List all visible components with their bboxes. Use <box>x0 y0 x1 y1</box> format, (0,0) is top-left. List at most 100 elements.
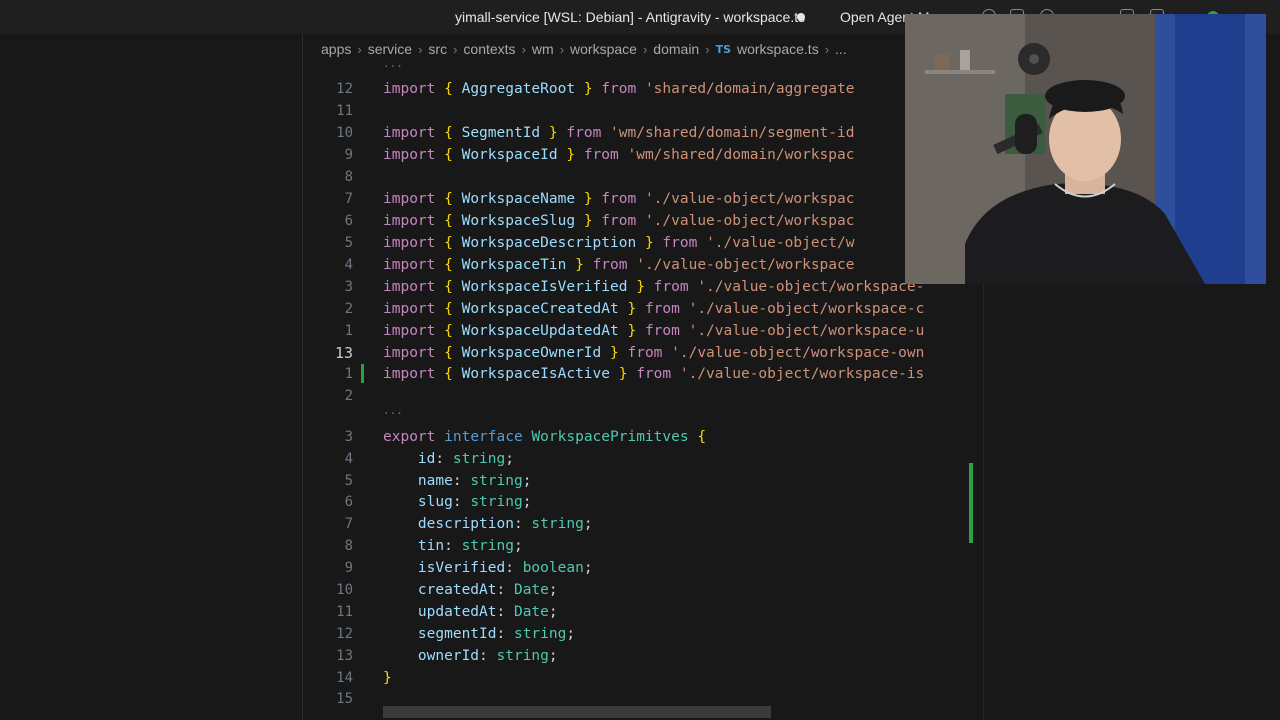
breadcrumb-more[interactable]: ... <box>835 41 847 57</box>
breadcrumb-item[interactable]: contexts <box>463 41 515 57</box>
code-line[interactable]: 4 import { WorkspaceTin } from './value-… <box>303 255 983 276</box>
code-line[interactable]: 10 createdAt: Date; <box>303 580 983 601</box>
field-type: Date <box>513 582 549 598</box>
keyword: import <box>383 257 436 273</box>
breadcrumb-file[interactable]: workspace.ts <box>737 41 819 57</box>
keyword: import <box>383 191 436 207</box>
line-number: 12 <box>336 626 353 642</box>
keyword: import <box>383 366 436 382</box>
code-line[interactable]: 4 id: string; <box>303 449 983 470</box>
import-path: 'wm/shared/domain/workspac <box>627 147 855 163</box>
keyword: from <box>601 81 637 97</box>
typescript-file-icon: TS <box>715 42 731 56</box>
import-path: './value-object/workspace-own <box>671 345 925 361</box>
keyword: import <box>383 235 436 251</box>
code-line[interactable]: 11 <box>303 101 983 122</box>
keyword: export <box>383 429 436 445</box>
code-line[interactable]: 11 updatedAt: Date; <box>303 602 983 623</box>
keyword: from <box>662 235 698 251</box>
keyword: import <box>383 279 436 295</box>
line-number: 10 <box>336 582 353 598</box>
code-line[interactable]: 2 import { WorkspaceCreatedAt } from './… <box>303 299 983 320</box>
code-line[interactable]: 9 isVerified: boolean; <box>303 558 983 579</box>
line-number: 7 <box>344 191 353 207</box>
keyword: from <box>653 279 689 295</box>
code-line[interactable]: 8 <box>303 167 983 188</box>
folded-region-marker[interactable]: ··· <box>383 60 403 73</box>
line-number: 3 <box>344 429 353 445</box>
keyword: import <box>383 147 436 163</box>
import-path: './value-object/workspac <box>644 213 855 229</box>
horizontal-scrollbar[interactable] <box>383 706 771 718</box>
field-type: string <box>470 494 523 510</box>
code-line[interactable]: 6 import { WorkspaceSlug } from './value… <box>303 211 983 232</box>
import-name: WorkspaceUpdatedAt <box>461 323 619 339</box>
code-line[interactable]: 13 ownerId: string; <box>303 646 983 667</box>
field-type: string <box>531 516 584 532</box>
code-line[interactable]: 14 } <box>303 668 983 689</box>
code-line[interactable]: 5 import { WorkspaceDescription } from '… <box>303 233 983 254</box>
code-line[interactable]: 2 <box>303 386 983 407</box>
breadcrumb-item[interactable]: src <box>428 41 447 57</box>
keyword: from <box>644 323 680 339</box>
code-line[interactable]: 7 import { WorkspaceName } from './value… <box>303 189 983 210</box>
keyword: import <box>383 345 436 361</box>
gutter-added-marker <box>361 364 364 383</box>
breadcrumb-item[interactable]: apps <box>321 41 351 57</box>
code-line[interactable]: 3 export interface WorkspacePrimitves { <box>303 427 983 448</box>
webcam-overlay <box>905 14 1266 284</box>
keyword: from <box>592 257 628 273</box>
import-path: './value-object/w <box>706 235 855 251</box>
import-name: WorkspaceName <box>461 191 576 207</box>
breadcrumb-item[interactable]: domain <box>653 41 699 57</box>
line-number: 4 <box>344 257 353 273</box>
line-number-current: 13 <box>334 344 353 362</box>
field-type: string <box>461 538 514 554</box>
chevron-right-icon: › <box>559 41 565 57</box>
code-line[interactable]: 10 import { SegmentId } from 'wm/shared/… <box>303 123 983 144</box>
line-number: 5 <box>344 473 353 489</box>
code-editor[interactable]: ··· 12 import { AggregateRoot } from 'sh… <box>303 60 983 720</box>
line-number: 14 <box>336 670 353 686</box>
field-name: updatedAt <box>417 604 497 620</box>
import-path: './value-object/workspace- <box>697 279 925 295</box>
field-type: boolean <box>522 560 584 576</box>
keyword: from <box>601 213 637 229</box>
breadcrumb-item[interactable]: wm <box>532 41 554 57</box>
import-path: 'wm/shared/domain/segment-id <box>610 125 855 141</box>
folded-region-marker[interactable]: ··· <box>383 407 403 420</box>
field-name: isVerified <box>417 560 506 576</box>
code-line[interactable]: 12 import { AggregateRoot } from 'shared… <box>303 79 983 100</box>
webcam-person-image <box>905 14 1266 284</box>
code-line[interactable]: 3 import { WorkspaceIsVerified } from '.… <box>303 277 983 298</box>
keyword: from <box>644 301 680 317</box>
line-number: 13 <box>336 648 353 664</box>
line-number: 2 <box>344 388 353 404</box>
interface-name: WorkspacePrimitves <box>531 429 689 445</box>
breadcrumb-item[interactable]: service <box>368 41 412 57</box>
line-number: 4 <box>344 451 353 467</box>
field-type: string <box>496 648 549 664</box>
line-number: 9 <box>344 560 353 576</box>
import-path: './value-object/workspace-u <box>688 323 925 339</box>
chevron-right-icon: › <box>824 41 830 57</box>
code-line[interactable]: 5 name: string; <box>303 471 983 492</box>
line-number: 1 <box>344 323 353 339</box>
current-code-line[interactable]: 13 import { WorkspaceOwnerId } from './v… <box>303 343 983 364</box>
import-name: WorkspaceId <box>461 147 558 163</box>
keyword: import <box>383 125 436 141</box>
breadcrumb-item[interactable]: workspace <box>570 41 637 57</box>
code-line[interactable]: 8 tin: string; <box>303 536 983 557</box>
code-line[interactable]: 6 slug: string; <box>303 492 983 513</box>
line-number: 2 <box>344 301 353 317</box>
code-line[interactable]: 9 import { WorkspaceId } from 'wm/shared… <box>303 145 983 166</box>
field-name: tin <box>417 538 445 554</box>
code-line[interactable]: 1 import { WorkspaceIsActive } from './v… <box>303 364 983 385</box>
keyword: import <box>383 81 436 97</box>
import-name: WorkspaceOwnerId <box>461 345 602 361</box>
code-line[interactable]: 7 description: string; <box>303 514 983 535</box>
code-line[interactable]: 12 segmentId: string; <box>303 624 983 645</box>
chevron-right-icon: › <box>418 41 423 57</box>
code-line[interactable]: 1 import { WorkspaceUpdatedAt } from './… <box>303 321 983 342</box>
import-name: WorkspaceTin <box>461 257 567 273</box>
